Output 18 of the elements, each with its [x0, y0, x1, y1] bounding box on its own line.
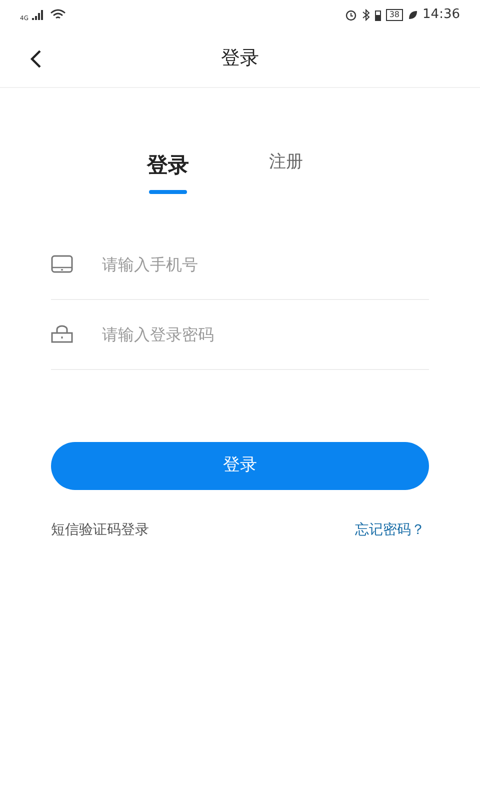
sms-login-link[interactable]: 短信验证码登录	[51, 520, 149, 540]
lock-icon	[51, 325, 73, 343]
password-field[interactable]: 请输入登录密码	[102, 314, 429, 354]
tab[interactable]: 登录	[147, 150, 189, 194]
page-title: 登录	[221, 46, 259, 72]
alarm-icon	[345, 9, 358, 21]
battery-icon	[375, 10, 382, 20]
leaf-icon	[408, 10, 418, 20]
login-button[interactable]: 登录	[51, 442, 429, 490]
tablet-icon	[51, 255, 73, 273]
tab[interactable]: 注册	[269, 150, 303, 194]
back-icon	[30, 48, 42, 68]
wifi-icon	[50, 9, 66, 21]
bluetooth-icon	[362, 9, 370, 21]
battery-level: 38	[386, 9, 403, 21]
clock-time: 14:36	[422, 6, 460, 24]
phone-field[interactable]: 请输入手机号	[102, 244, 429, 284]
forgot-password-link[interactable]: 忘记密码？	[355, 520, 425, 540]
